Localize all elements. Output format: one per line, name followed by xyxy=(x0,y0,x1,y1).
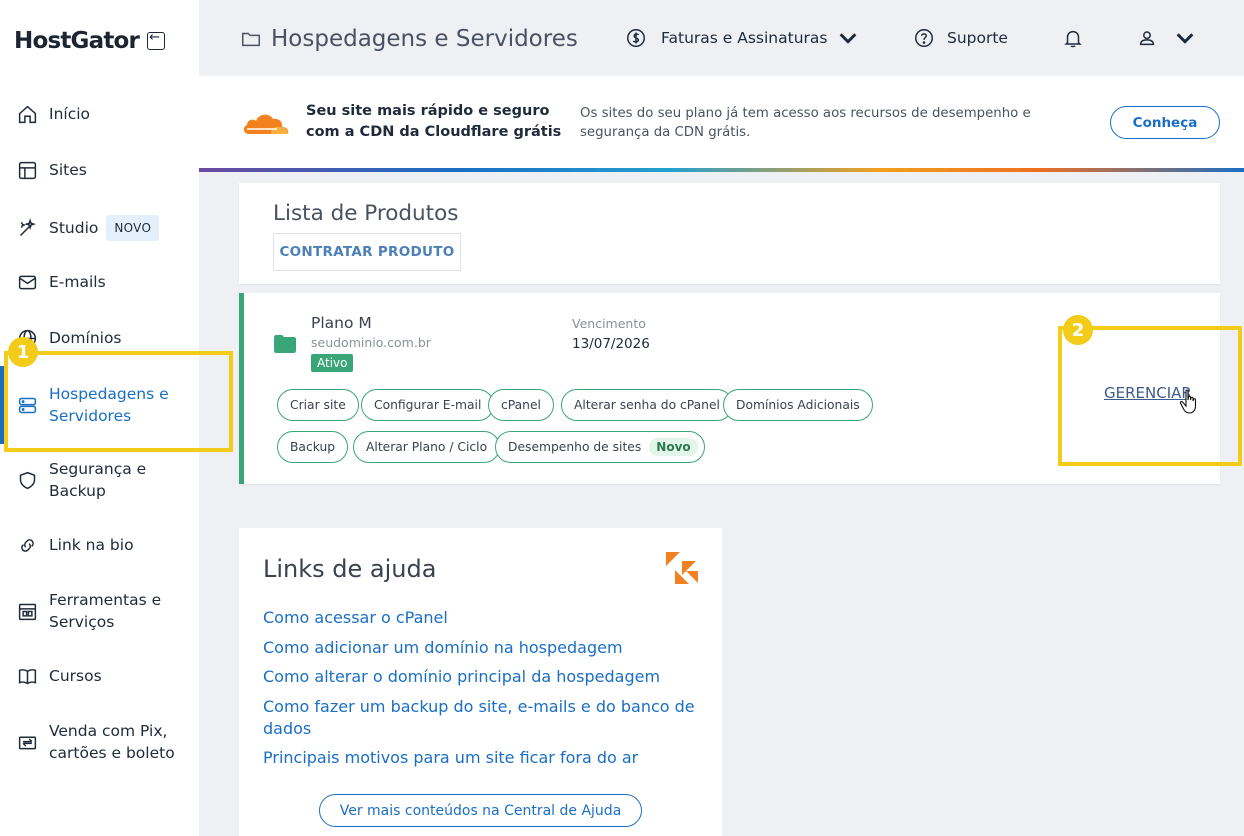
action-criar-site[interactable]: Criar site xyxy=(277,389,359,421)
sidebar-item-label: Studio xyxy=(49,219,99,237)
new-badge: Novo xyxy=(649,438,698,456)
help-link[interactable]: Como adicionar um domínio na hospedagem xyxy=(263,637,703,659)
sidebar-item-label: Link na bio xyxy=(49,536,134,554)
sidebar-item-label: Início xyxy=(49,105,91,123)
help-link[interactable]: Como fazer um backup do site, e-mails e … xyxy=(263,696,703,740)
chevron-down-icon xyxy=(840,33,857,44)
step-2-marker: 2 xyxy=(1063,315,1093,345)
envelope-icon xyxy=(16,271,38,293)
folder-icon xyxy=(274,335,296,353)
book-icon xyxy=(16,665,38,687)
sidebar-item-label: Domínios xyxy=(49,329,122,347)
breadcrumb: Hospedagens e Servidores xyxy=(240,26,578,52)
support-label: Suporte xyxy=(947,29,1008,47)
magic-wand-icon xyxy=(16,217,38,239)
sidebar-item-label: Venda com Pix, cartões e boleto xyxy=(49,722,175,762)
payment-icon xyxy=(16,731,38,753)
chevron-down-icon xyxy=(1176,33,1194,44)
product-list-card: Lista de Produtos CONTRATAR PRODUTO xyxy=(239,183,1220,284)
action-alterar-plano[interactable]: Alterar Plano / Ciclo xyxy=(353,431,501,463)
highlight-box-step-1 xyxy=(4,351,233,452)
sidebar-item-studio[interactable]: Studio NOVO xyxy=(0,215,199,241)
sidebar-item-label: Ferramentas e Serviços xyxy=(49,591,162,631)
support-link[interactable]: Suporte xyxy=(913,27,1008,49)
help-icon xyxy=(915,29,933,47)
help-links-card: Links de ajuda Como acessar o cPanel Com… xyxy=(239,528,722,836)
banner-description: Os sites do seu plano já tem acesso aos … xyxy=(580,106,1031,140)
help-link[interactable]: Principais motivos para um site ficar fo… xyxy=(263,747,703,769)
tools-icon xyxy=(16,600,38,622)
plan-domain: seudominio.com.br xyxy=(311,335,431,350)
banner-divider xyxy=(199,168,1244,172)
collapse-sidebar-icon[interactable] xyxy=(147,30,166,50)
sidebar-item-label: E-mails xyxy=(49,273,106,291)
highlight-box-step-2 xyxy=(1058,326,1242,466)
dollar-icon xyxy=(627,29,645,47)
home-icon xyxy=(16,103,38,125)
notifications-button[interactable] xyxy=(1062,27,1084,49)
due-date-label: Vencimento xyxy=(572,316,646,331)
cloudflare-banner: Seu site mais rápido e seguro com a CDN … xyxy=(199,76,1244,172)
action-cpanel[interactable]: cPanel xyxy=(488,389,554,421)
billing-menu[interactable]: Faturas e Assinaturas xyxy=(625,27,859,49)
sidebar-item-link-bio[interactable]: Link na bio xyxy=(0,534,199,556)
sidebar-item-sites[interactable]: Sites xyxy=(0,159,199,181)
user-icon xyxy=(1139,31,1155,46)
conheca-button[interactable]: Conheça xyxy=(1110,106,1220,139)
brand-name: HostGator xyxy=(14,28,140,54)
more-help-button[interactable]: Ver mais conteúdos na Central de Ajuda xyxy=(319,794,642,827)
link-icon xyxy=(16,534,38,556)
action-dominios-adicionais[interactable]: Domínios Adicionais xyxy=(723,389,873,421)
sidebar-item-label: Segurança e Backup xyxy=(49,460,147,500)
help-title: Links de ajuda xyxy=(263,555,437,583)
bell-icon xyxy=(1064,30,1082,48)
cloudflare-logo-icon xyxy=(243,114,289,134)
chip-label: Desempenho de sites xyxy=(508,440,642,454)
shield-icon xyxy=(16,469,38,491)
browser-icon xyxy=(16,159,38,181)
logo[interactable]: HostGator xyxy=(14,28,166,54)
sidebar-item-seguranca[interactable]: Segurança e Backup xyxy=(0,458,199,502)
step-1-marker: 1 xyxy=(8,337,38,367)
page-title: Hospedagens e Servidores xyxy=(271,26,578,52)
sidebar-item-label: Sites xyxy=(49,161,87,179)
help-link[interactable]: Como acessar o cPanel xyxy=(263,607,703,629)
due-date: 13/07/2026 xyxy=(572,336,650,352)
sidebar-item-label: Cursos xyxy=(49,667,102,685)
top-bar: Hospedagens e Servidores Faturas e Assin… xyxy=(199,0,1244,76)
brand-shapes-icon xyxy=(666,552,698,584)
action-backup[interactable]: Backup xyxy=(277,431,349,463)
folder-icon xyxy=(242,32,260,47)
help-link[interactable]: Como alterar o domínio principal da hosp… xyxy=(263,666,703,688)
contratar-produto-button[interactable]: CONTRATAR PRODUTO xyxy=(273,233,461,271)
status-badge: Ativo xyxy=(311,354,354,372)
product-list-title: Lista de Produtos xyxy=(273,201,459,226)
sidebar-item-inicio[interactable]: Início xyxy=(0,103,199,125)
banner-title: Seu site mais rápido e seguro com a CDN … xyxy=(306,103,562,140)
user-menu[interactable] xyxy=(1136,27,1196,49)
action-desempenho[interactable]: Desempenho de sites Novo xyxy=(495,431,705,463)
plan-name: Plano M xyxy=(311,314,372,332)
action-alterar-senha[interactable]: Alterar senha do cPanel xyxy=(561,389,733,421)
sidebar-item-cursos[interactable]: Cursos xyxy=(0,665,199,687)
sidebar-item-venda[interactable]: Venda com Pix, cartões e boleto xyxy=(0,720,199,764)
billing-label: Faturas e Assinaturas xyxy=(661,29,828,47)
sidebar-item-ferramentas[interactable]: Ferramentas e Serviços xyxy=(0,589,199,633)
action-configurar-email[interactable]: Configurar E-mail xyxy=(361,389,495,421)
new-badge: NOVO xyxy=(106,215,160,241)
sidebar-item-emails[interactable]: E-mails xyxy=(0,271,199,293)
